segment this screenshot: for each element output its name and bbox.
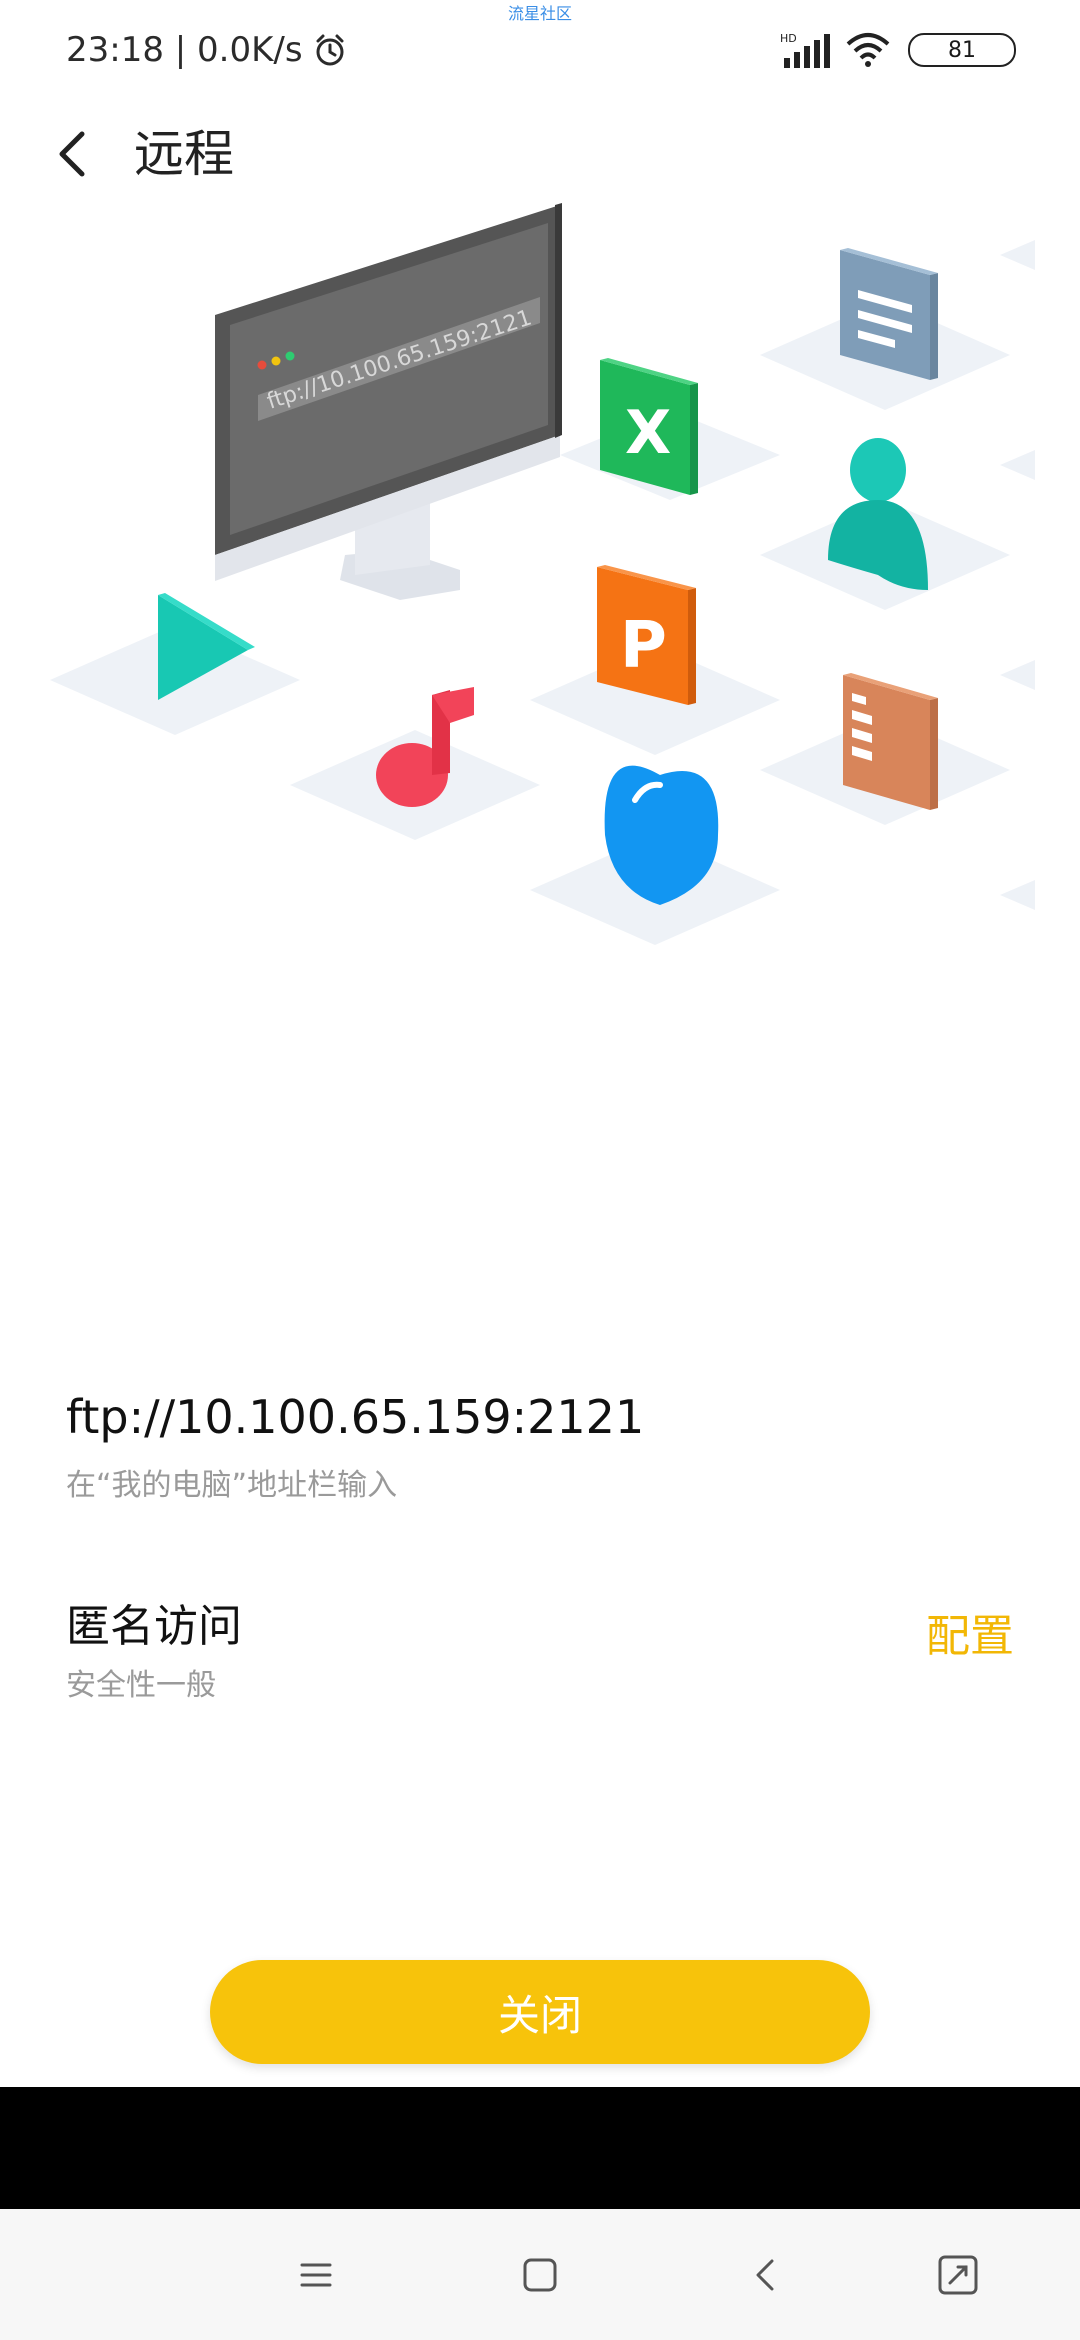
menu-nav-button[interactable] [286,2245,346,2305]
expand-icon [938,2255,978,2295]
screenshot-nav-button[interactable] [928,2245,988,2305]
status-right: HD 81 [780,30,1016,70]
monitor-graphic: ftp://10.100.65.159:2121 [215,203,562,600]
alarm-icon [316,34,344,66]
remote-illustration: ftp://10.100.65.159:2121 X P [50,203,1035,945]
svg-text:X: X [625,398,671,468]
ftp-address: ftp://10.100.65.159:2121 [66,1390,645,1444]
chevron-left-icon [59,131,85,177]
status-bar: 流星社区 23:18 | 0.0K/s HD 81 [0,0,1080,100]
svg-text:HD: HD [780,32,797,45]
wifi-icon [846,33,890,67]
close-button[interactable]: 关闭 [210,1960,870,2064]
system-nav-bar [0,2209,1080,2340]
configure-button[interactable]: 配置 [926,1600,1014,1664]
page-title: 远程 [134,125,234,183]
app-header: 远程 [0,110,1080,198]
back-nav-button[interactable] [736,2245,796,2305]
security-level-text: 安全性一般 [66,1668,216,1703]
powerpoint-icon: P [597,565,696,705]
ftp-address-hint: 在“我的电脑”地址栏输入 [66,1468,398,1503]
back-triangle-icon [756,2259,774,2291]
time-speed-text: 23:18 | 0.0K/s [66,30,303,70]
watermark-text: 流星社区 [507,4,572,23]
battery-indicator: 81 [908,33,1016,67]
home-square-icon [523,2258,557,2292]
svg-text:P: P [620,609,667,683]
anonymous-access-title: 匿名访问 [66,1601,242,1652]
back-button[interactable] [42,122,106,186]
battery-level: 81 [948,37,976,63]
black-bar [0,2087,1080,2209]
status-left: 23:18 | 0.0K/s [66,26,347,74]
home-nav-button[interactable] [510,2245,570,2305]
menu-icon [300,2263,332,2287]
signal-icon: HD [780,32,830,68]
